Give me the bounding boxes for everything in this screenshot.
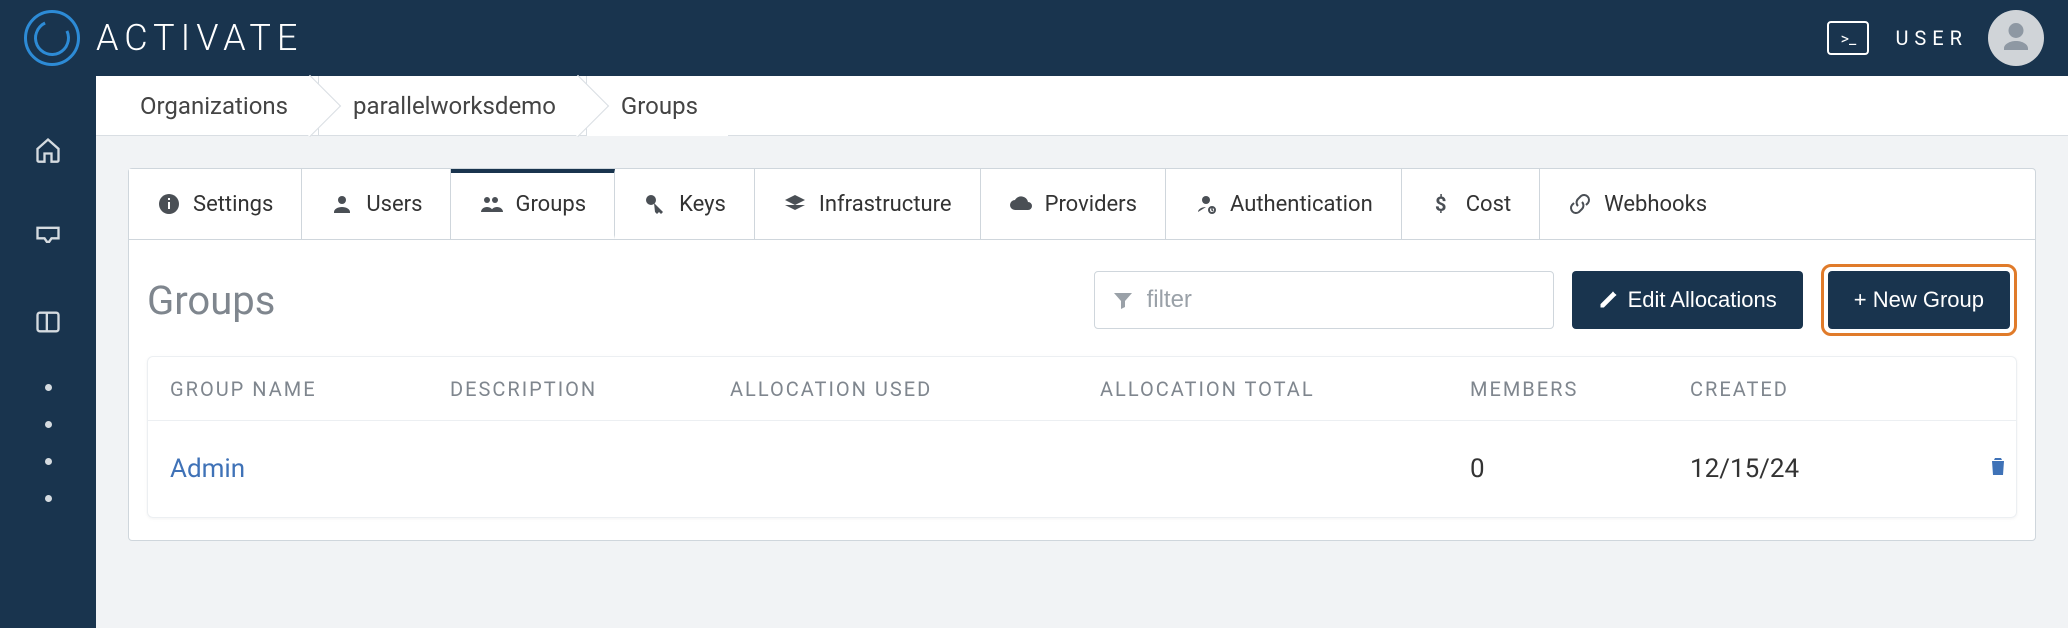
button-label: Edit Allocations	[1628, 287, 1777, 313]
dollar-icon: $	[1430, 192, 1454, 216]
filter-icon	[1111, 288, 1135, 312]
col-description: DESCRIPTION	[450, 377, 730, 401]
breadcrumb-item[interactable]: parallelworksdemo	[319, 76, 587, 136]
edit-allocations-button[interactable]: Edit Allocations	[1572, 271, 1803, 329]
tab-label: Webhooks	[1604, 192, 1707, 217]
auth-icon	[1194, 192, 1218, 216]
panel-icon[interactable]	[34, 308, 62, 336]
groups-table: GROUP NAME DESCRIPTION ALLOCATION USED A…	[147, 356, 2017, 518]
layers-icon	[783, 192, 807, 216]
terminal-icon[interactable]: >_	[1827, 21, 1869, 55]
col-members: MEMBERS	[1470, 377, 1690, 401]
tab-infrastructure[interactable]: Infrastructure	[755, 169, 981, 239]
topbar: ACTIVATE >_ USER	[0, 0, 2068, 76]
cloud-icon	[1009, 192, 1033, 216]
tab-authentication[interactable]: Authentication	[1166, 169, 1402, 239]
tab-label: Keys	[679, 192, 726, 217]
page-title: Groups	[147, 277, 1076, 324]
new-group-highlight: + New Group	[1821, 264, 2017, 336]
tab-users[interactable]: Users	[302, 169, 451, 239]
breadcrumb: Organizations parallelworksdemo Groups	[96, 76, 2068, 136]
breadcrumb-item[interactable]: Organizations	[126, 76, 319, 136]
home-icon[interactable]	[34, 136, 62, 164]
cell-group-name[interactable]: Admin	[170, 454, 450, 484]
tab-label: Infrastructure	[819, 192, 952, 217]
avatar[interactable]	[1988, 10, 2044, 66]
groups-panel: Groups Edit Allocations + New Group	[128, 239, 2036, 541]
edit-icon	[1598, 290, 1618, 310]
tab-label: Settings	[193, 192, 273, 217]
tab-cost[interactable]: $ Cost	[1402, 169, 1540, 239]
breadcrumb-label: Organizations	[140, 92, 288, 120]
filter-box[interactable]	[1094, 271, 1554, 329]
group-icon	[479, 192, 503, 216]
logo[interactable]: ACTIVATE	[24, 10, 303, 66]
tab-providers[interactable]: Providers	[981, 169, 1166, 239]
tab-label: Users	[366, 192, 422, 217]
user-icon	[330, 192, 354, 216]
tab-label: Providers	[1045, 192, 1137, 217]
breadcrumb-label: parallelworksdemo	[353, 92, 556, 120]
tab-webhooks[interactable]: Webhooks	[1540, 169, 1735, 239]
tab-label: Groups	[515, 192, 586, 217]
tab-keys[interactable]: Keys	[615, 169, 755, 239]
breadcrumb-label: Groups	[621, 92, 698, 120]
button-label: + New Group	[1854, 287, 1984, 313]
tab-settings[interactable]: Settings	[129, 169, 302, 239]
col-alloc-total: ALLOCATION TOTAL	[1100, 377, 1470, 401]
delete-row-button[interactable]	[1986, 452, 2010, 487]
brand-text: ACTIVATE	[96, 17, 303, 59]
cell-members: 0	[1470, 454, 1690, 484]
tab-groups[interactable]: Groups	[451, 169, 615, 239]
col-alloc-used: ALLOCATION USED	[730, 377, 1100, 401]
tab-bar: Settings Users Groups Keys Infrastructur…	[128, 168, 2036, 239]
col-group-name: GROUP NAME	[170, 377, 450, 401]
sidebar	[0, 76, 96, 628]
link-icon	[1568, 192, 1592, 216]
col-created: CREATED	[1690, 377, 1910, 401]
key-icon	[643, 192, 667, 216]
content: Organizations parallelworksdemo Groups S…	[96, 76, 2068, 628]
tab-label: Cost	[1466, 192, 1511, 217]
new-group-button[interactable]: + New Group	[1828, 271, 2010, 329]
sidebar-dot[interactable]	[45, 384, 52, 391]
svg-text:$: $	[1435, 192, 1446, 216]
user-label: USER	[1895, 26, 1968, 50]
cell-created: 12/15/24	[1690, 454, 1910, 484]
sidebar-dot[interactable]	[45, 495, 52, 502]
tab-label: Authentication	[1230, 192, 1373, 217]
sidebar-dot[interactable]	[45, 421, 52, 428]
table-row: Admin 0 12/15/24	[148, 421, 2016, 517]
heading-row: Groups Edit Allocations + New Group	[147, 258, 2017, 356]
inbox-icon[interactable]	[34, 222, 62, 250]
trash-icon	[1986, 452, 2010, 480]
filter-input[interactable]	[1147, 286, 1537, 314]
sidebar-dot[interactable]	[45, 458, 52, 465]
activate-logo-icon	[24, 10, 80, 66]
table-header: GROUP NAME DESCRIPTION ALLOCATION USED A…	[148, 357, 2016, 421]
info-icon	[157, 192, 181, 216]
